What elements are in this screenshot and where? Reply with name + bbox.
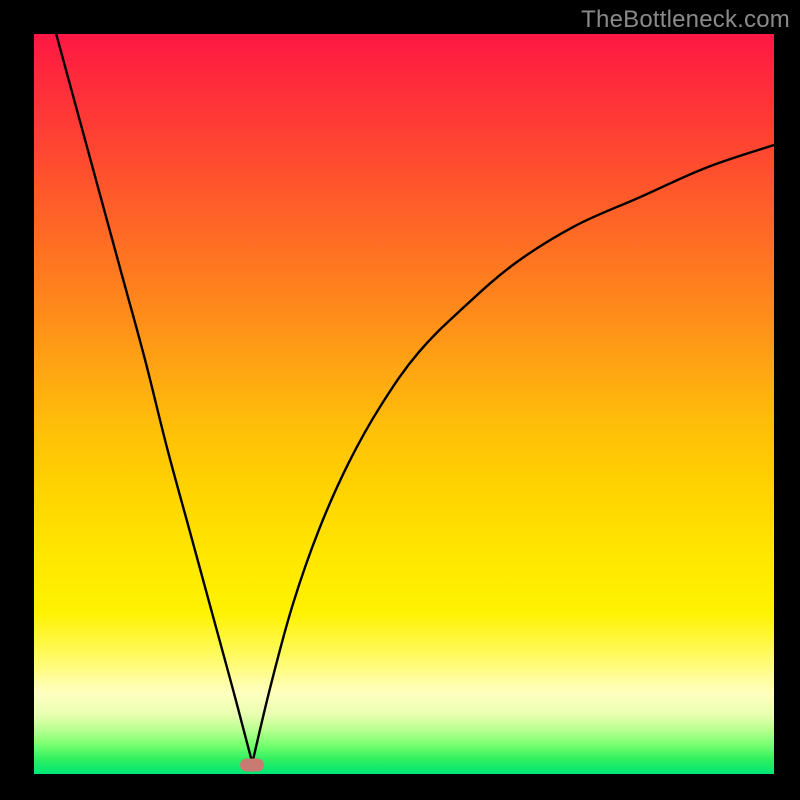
watermark-text: TheBottleneck.com	[581, 6, 790, 34]
curve-right-branch	[252, 145, 774, 763]
plot-area	[34, 34, 774, 774]
bottleneck-curve	[34, 34, 774, 774]
curve-left-branch	[56, 34, 252, 763]
optimal-point-marker	[240, 759, 264, 772]
chart-frame: TheBottleneck.com	[0, 0, 800, 800]
